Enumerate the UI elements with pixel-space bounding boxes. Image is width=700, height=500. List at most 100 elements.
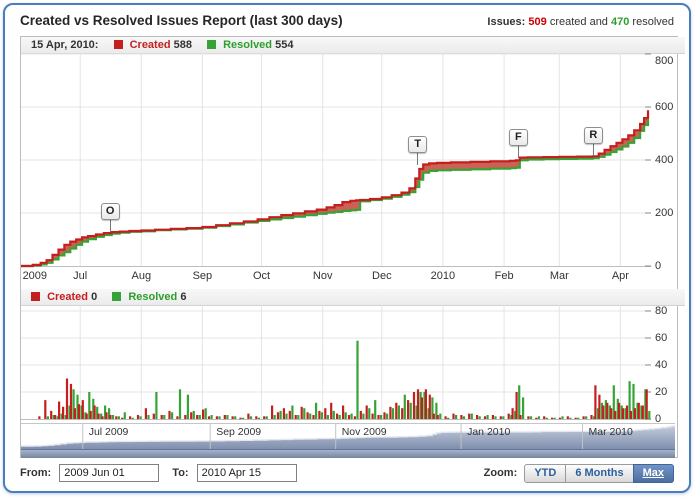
bar-resolved[interactable] xyxy=(118,416,120,419)
bar-created[interactable] xyxy=(78,404,80,419)
flag-T[interactable]: T xyxy=(408,136,427,153)
bar-created[interactable] xyxy=(535,418,537,419)
bar-resolved[interactable] xyxy=(250,416,252,419)
bar-created[interactable] xyxy=(630,411,632,419)
bar-created[interactable] xyxy=(468,414,470,419)
bar-created[interactable] xyxy=(598,395,600,419)
bar-created[interactable] xyxy=(377,415,379,419)
bar-resolved[interactable] xyxy=(205,408,207,419)
bar-resolved[interactable] xyxy=(487,415,489,419)
bar-created[interactable] xyxy=(137,415,139,419)
bar-created[interactable] xyxy=(452,414,454,419)
bar-created[interactable] xyxy=(484,416,486,419)
bar-resolved[interactable] xyxy=(163,415,165,419)
bar-created[interactable] xyxy=(324,408,326,419)
bar-resolved[interactable] xyxy=(297,415,299,419)
bar-created[interactable] xyxy=(543,416,545,419)
zoom-button-6-months[interactable]: 6 Months xyxy=(565,464,633,483)
bar-resolved[interactable] xyxy=(321,412,323,419)
bar-resolved[interactable] xyxy=(291,406,293,420)
bar-created[interactable] xyxy=(476,415,478,419)
bar-resolved[interactable] xyxy=(398,406,400,420)
created-line[interactable] xyxy=(21,110,648,266)
bar-created[interactable] xyxy=(216,416,218,419)
bar-resolved[interactable] xyxy=(447,418,449,419)
bar-created[interactable] xyxy=(247,414,249,419)
bar-created[interactable] xyxy=(54,415,56,419)
bar-resolved[interactable] xyxy=(285,414,287,419)
bar-created[interactable] xyxy=(407,400,409,419)
bar-created[interactable] xyxy=(283,408,285,419)
bar-created[interactable] xyxy=(239,418,241,419)
bar-created[interactable] xyxy=(129,416,131,419)
bar-created[interactable] xyxy=(289,411,291,419)
bar-resolved[interactable] xyxy=(187,395,189,419)
bar-created[interactable] xyxy=(389,407,391,419)
bar-created[interactable] xyxy=(567,416,569,419)
bar-created[interactable] xyxy=(232,416,234,419)
bar-created[interactable] xyxy=(527,416,529,419)
bar-created[interactable] xyxy=(190,412,192,419)
cumulative-chart[interactable] xyxy=(21,53,651,269)
bar-resolved[interactable] xyxy=(315,403,317,419)
bar-resolved[interactable] xyxy=(309,414,311,419)
bar-resolved[interactable] xyxy=(368,408,370,419)
bar-resolved[interactable] xyxy=(155,392,157,419)
bar-created[interactable] xyxy=(176,416,178,419)
bar-created[interactable] xyxy=(519,415,521,419)
bar-created[interactable] xyxy=(425,389,427,419)
to-date-input[interactable] xyxy=(197,464,297,482)
bar-resolved[interactable] xyxy=(193,411,195,419)
bar-created[interactable] xyxy=(307,412,309,419)
bar-resolved[interactable] xyxy=(280,411,282,419)
bar-created[interactable] xyxy=(594,385,596,419)
bar-created[interactable] xyxy=(512,408,514,419)
bar-resolved[interactable] xyxy=(648,411,650,419)
bar-created[interactable] xyxy=(590,415,592,419)
bar-resolved[interactable] xyxy=(132,418,134,419)
bar-created[interactable] xyxy=(90,411,92,419)
bar-created[interactable] xyxy=(277,412,279,419)
range-navigator[interactable]: Jul 2009Sep 2009Nov 2009Jan 2010Mar 2010 xyxy=(21,423,675,449)
bar-resolved[interactable] xyxy=(258,418,260,419)
bar-created[interactable] xyxy=(153,414,155,419)
bar-created[interactable] xyxy=(618,403,620,419)
bar-resolved[interactable] xyxy=(380,415,382,419)
bar-created[interactable] xyxy=(62,407,64,419)
bar-created[interactable] xyxy=(342,406,344,420)
bar-created[interactable] xyxy=(109,415,111,419)
bar-created[interactable] xyxy=(208,416,210,419)
bar-resolved[interactable] xyxy=(124,412,126,419)
resolved-line[interactable] xyxy=(21,119,648,266)
bar-created[interactable] xyxy=(433,414,435,419)
bar-created[interactable] xyxy=(508,414,510,419)
bar-created[interactable] xyxy=(336,414,338,419)
bar-resolved[interactable] xyxy=(374,400,376,419)
bar-created[interactable] xyxy=(168,411,170,419)
bar-created[interactable] xyxy=(460,415,462,419)
bar-resolved[interactable] xyxy=(226,415,228,419)
bar-resolved[interactable] xyxy=(538,416,540,419)
bar-created[interactable] xyxy=(301,407,303,419)
bar-created[interactable] xyxy=(348,415,350,419)
bar-resolved[interactable] xyxy=(518,385,520,419)
bar-created[interactable] xyxy=(492,415,494,419)
bar-created[interactable] xyxy=(372,414,374,419)
bar-created[interactable] xyxy=(642,406,644,420)
bar-created[interactable] xyxy=(263,416,265,419)
bar-created[interactable] xyxy=(38,416,40,419)
bar-created[interactable] xyxy=(184,415,186,419)
bar-created[interactable] xyxy=(366,406,368,420)
bar-created[interactable] xyxy=(145,408,147,419)
bar-created[interactable] xyxy=(638,403,640,419)
flag-F[interactable]: F xyxy=(509,129,528,146)
bar-resolved[interactable] xyxy=(179,389,181,419)
bar-created[interactable] xyxy=(500,416,502,419)
bar-created[interactable] xyxy=(98,414,100,419)
bar-created[interactable] xyxy=(101,416,103,419)
flag-O[interactable]: O xyxy=(101,203,120,220)
bar-created[interactable] xyxy=(516,392,518,419)
bar-resolved[interactable] xyxy=(546,418,548,419)
bar-resolved[interactable] xyxy=(585,416,587,419)
bar-created[interactable] xyxy=(202,410,204,420)
